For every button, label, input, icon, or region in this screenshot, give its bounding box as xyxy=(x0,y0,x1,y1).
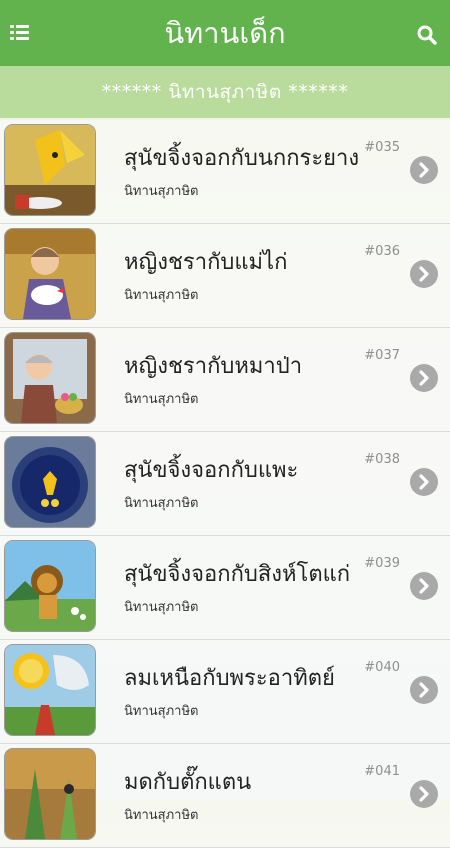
list-item[interactable]: สุนัขจิ้งจอกกับนกกระยาง นิทานสุภาษิต #03… xyxy=(0,120,450,224)
story-thumbnail xyxy=(5,541,95,631)
story-thumbnail xyxy=(5,125,95,215)
chevron-right-icon[interactable] xyxy=(410,260,438,288)
list-item[interactable]: หญิงชรากับแม่ไก่ นิทานสุภาษิต #036 xyxy=(0,224,450,328)
story-title: มดกับตั๊กแตน xyxy=(124,770,252,795)
story-number: #039 xyxy=(364,556,400,571)
chevron-right-icon[interactable] xyxy=(410,468,438,496)
story-category: นิทานสุภาษิต xyxy=(124,704,199,719)
story-title: สุนัขจิ้งจอกกับแพะ xyxy=(124,458,299,483)
chevron-right-icon[interactable] xyxy=(410,676,438,704)
story-thumbnail xyxy=(5,749,95,839)
story-category: นิทานสุภาษิต xyxy=(124,184,199,199)
story-category: นิทานสุภาษิต xyxy=(124,808,199,823)
story-title: สุนัขจิ้งจอกกับสิงห์โตแก่ xyxy=(124,562,351,587)
chevron-right-icon[interactable] xyxy=(410,780,438,808)
story-category: นิทานสุภาษิต xyxy=(124,600,199,615)
list-item[interactable]: หญิงชรากับหมาป่า นิทานสุภาษิต #037 xyxy=(0,328,450,432)
story-title: หญิงชรากับหมาป่า xyxy=(124,354,303,379)
story-number: #038 xyxy=(364,452,400,467)
story-title: สุนัขจิ้งจอกกับนกกระยาง xyxy=(124,146,360,171)
story-category: นิทานสุภาษิต xyxy=(124,288,199,303)
app-header: นิทานเด็ก xyxy=(0,0,450,66)
list-item[interactable]: สุนัขจิ้งจอกกับสิงห์โตแก่ นิทานสุภาษิต #… xyxy=(0,536,450,640)
story-thumbnail xyxy=(5,645,95,735)
story-number: #040 xyxy=(364,660,400,675)
list-item[interactable]: มดกับตั๊กแตน นิทานสุภาษิต #041 xyxy=(0,744,450,848)
story-list: สุนัขจิ้งจอกกับนกกระยาง นิทานสุภาษิต #03… xyxy=(0,120,450,848)
story-number: #036 xyxy=(364,244,400,259)
search-icon[interactable] xyxy=(416,24,438,46)
chevron-right-icon[interactable] xyxy=(410,364,438,392)
story-title: หญิงชรากับแม่ไก่ xyxy=(124,250,288,275)
story-category: นิทานสุภาษิต xyxy=(124,392,199,407)
list-item[interactable]: สุนัขจิ้งจอกกับแพะ นิทานสุภาษิต #038 xyxy=(0,432,450,536)
chevron-right-icon[interactable] xyxy=(410,572,438,600)
story-number: #041 xyxy=(364,764,400,779)
story-number: #035 xyxy=(364,140,400,155)
story-number: #037 xyxy=(364,348,400,363)
story-title: ลมเหนือกับพระอาทิตย์ xyxy=(124,666,335,691)
chevron-right-icon[interactable] xyxy=(410,156,438,184)
story-thumbnail xyxy=(5,437,95,527)
story-thumbnail xyxy=(5,229,95,319)
app-title: นิทานเด็ก xyxy=(164,16,286,50)
story-category: นิทานสุภาษิต xyxy=(124,496,199,511)
category-banner: ****** นิทานสุภาษิต ****** xyxy=(0,66,450,118)
list-item[interactable]: ลมเหนือกับพระอาทิตย์ นิทานสุภาษิต #040 xyxy=(0,640,450,744)
story-thumbnail xyxy=(5,333,95,423)
